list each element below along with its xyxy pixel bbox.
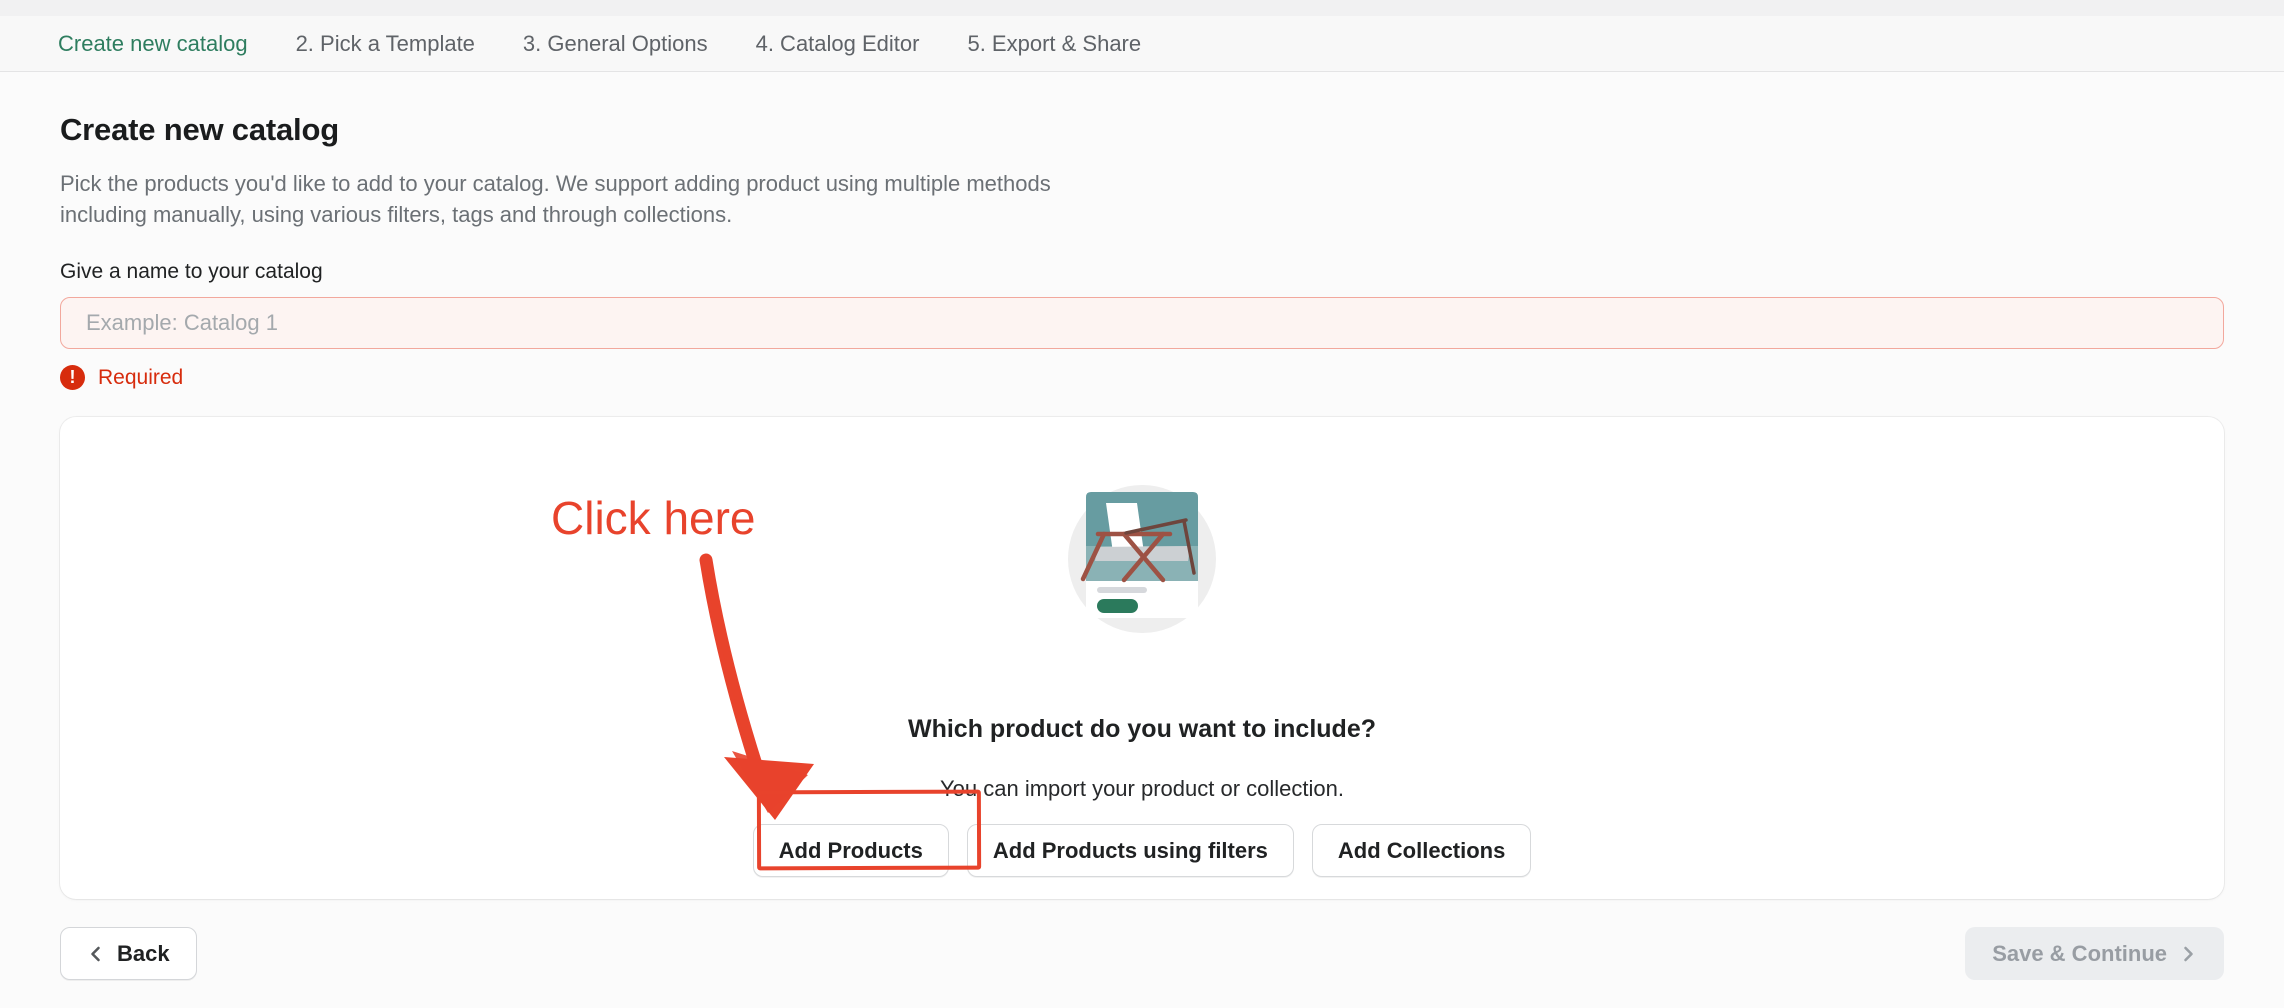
- tab-catalog-editor[interactable]: 4. Catalog Editor: [756, 31, 920, 57]
- chevron-right-icon: [2184, 946, 2193, 961]
- product-selection-card: Which product do you want to include? Yo…: [60, 417, 2224, 899]
- catalog-illustration: [1068, 485, 1216, 633]
- add-products-using-filters-button[interactable]: Add Products using filters: [966, 824, 1294, 877]
- page-description-line-1: Pick the products you'd like to add to y…: [60, 171, 1051, 196]
- back-button-label: Back: [117, 940, 170, 966]
- chevron-left-icon: [91, 946, 100, 961]
- tab-pick-a-template[interactable]: 2. Pick a Template: [296, 31, 475, 57]
- wizard-step-bar: Create new catalog 2. Pick a Template 3.…: [0, 16, 2284, 72]
- validation-error: ! Required: [60, 365, 2224, 390]
- error-exclamation-icon: !: [60, 365, 85, 390]
- tab-general-options[interactable]: 3. General Options: [523, 31, 708, 57]
- product-buttons-row: Add Products Add Products using filters …: [752, 824, 1532, 877]
- page-description-line-2: including manually, using various filter…: [60, 202, 733, 227]
- catalog-name-input[interactable]: [60, 297, 2224, 349]
- tab-export-share[interactable]: 5. Export & Share: [967, 31, 1141, 57]
- main-content: Create new catalog Pick the products you…: [0, 112, 2284, 899]
- save-and-continue-button[interactable]: Save & Continue: [1965, 927, 2224, 980]
- add-products-button[interactable]: Add Products: [752, 824, 949, 877]
- back-button[interactable]: Back: [60, 927, 197, 980]
- catalog-name-label: Give a name to your catalog: [60, 260, 323, 283]
- save-button-label: Save & Continue: [1992, 940, 2167, 966]
- product-question: Which product do you want to include?: [907, 715, 1377, 743]
- add-collections-button[interactable]: Add Collections: [1311, 824, 1532, 877]
- window-top-strip: [0, 0, 2284, 16]
- footer-bar: Back Save & Continue: [0, 927, 2284, 980]
- error-text: Required: [98, 365, 184, 389]
- page-title: Create new catalog: [60, 112, 339, 147]
- tab-create-new-catalog[interactable]: Create new catalog: [58, 31, 248, 57]
- page-description: Pick the products you'd like to add to y…: [60, 168, 2224, 230]
- product-hint: You can import your product or collectio…: [940, 776, 1344, 801]
